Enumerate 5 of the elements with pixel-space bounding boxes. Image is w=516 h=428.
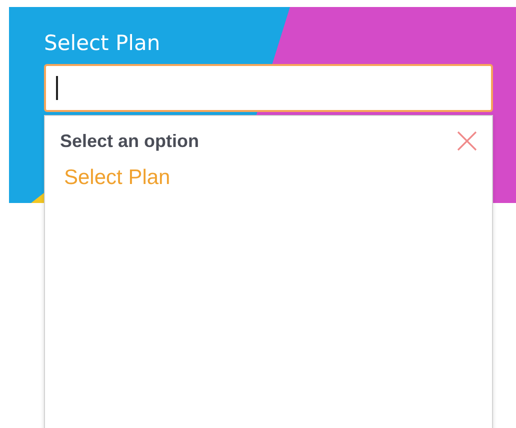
field-label: Select Plan [44, 30, 162, 56]
close-icon[interactable] [456, 130, 478, 152]
dropdown-option[interactable]: Select Plan [60, 166, 174, 190]
plan-input-field[interactable] [44, 64, 493, 112]
dropdown-title: Select an option [60, 130, 200, 152]
